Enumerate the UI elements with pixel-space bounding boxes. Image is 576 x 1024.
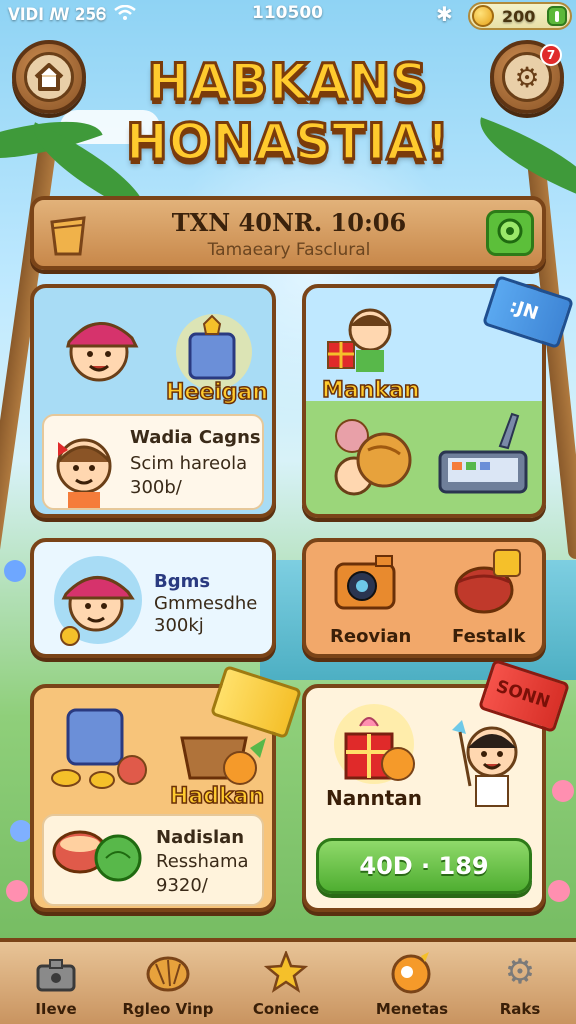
coin-icon [472, 5, 494, 27]
kid-avatar-purple-cap [42, 548, 146, 654]
card-mankan-label: Mankan [321, 377, 420, 404]
event-reward-button[interactable] [486, 210, 534, 256]
bucket-icon [42, 208, 94, 260]
flower [548, 880, 570, 902]
card-hadkan-inner-panel: Nadislan Resshama 9320/ [42, 814, 264, 906]
card-mankan-ribbon-text: :JN [506, 295, 541, 325]
nav-item-home-label: IIeve [35, 1000, 77, 1018]
orange-icon [388, 948, 436, 996]
nav-item-rgleo-vinp-label: Rgleo Vinp [122, 1000, 214, 1018]
gear-icon[interactable]: ✱ [436, 2, 453, 26]
event-subtitle: Tamaeary Fasclural [207, 240, 371, 260]
star-icon [262, 948, 310, 996]
nav-item-coniece-label: Coniece [252, 1000, 320, 1018]
card-bgms-title: Bgms [154, 571, 211, 592]
settings-button[interactable]: ⚙ 7 [490, 40, 564, 114]
basket-icon [452, 548, 524, 622]
crate-icon [50, 700, 160, 794]
coin-amount: 200 [502, 6, 536, 26]
flower [10, 820, 32, 842]
card-heeigan-inner-panel: Wadia Cagns Scim hareola 300b/ [42, 414, 264, 510]
card-bgms-line1: Gmmesdhe [154, 593, 258, 614]
card-nanntan-label: Nanntan [326, 786, 423, 810]
kid-avatar-red-bow [44, 422, 124, 512]
nav-item-rgleo-vinp[interactable]: Rgleo Vinp [112, 948, 224, 1024]
event-timer: TXN 40NR. 10:06 [171, 208, 407, 237]
home-button[interactable] [12, 40, 86, 114]
flower [6, 880, 28, 902]
card-nanntan-ribbon-text: SONN [493, 676, 553, 713]
gem-icon [495, 216, 525, 250]
nav-item-menetas[interactable]: Menetas [356, 948, 468, 1024]
kid-avatar-with-gift [324, 296, 404, 380]
add-coins-button[interactable] [547, 6, 567, 26]
kid-avatar-with-wand [436, 710, 536, 814]
kid-avatar-pink-cap [54, 302, 144, 396]
game-title: HABKANS HONASTIA! [90, 52, 486, 173]
flower [552, 780, 574, 802]
notification-badge: 7 [540, 44, 562, 66]
nav-item-home[interactable]: IIeve [0, 948, 112, 1024]
nav-item-raks-label: Raks [499, 1000, 541, 1018]
status-clock: 110500 [252, 3, 323, 23]
croissant-icon [144, 948, 192, 996]
home-icon [24, 52, 74, 102]
drink-cabbage-icon [50, 822, 142, 896]
wifi-icon [114, 4, 137, 26]
card-festalk-label: Festalk [452, 626, 526, 647]
tablet-icon [434, 408, 534, 502]
card-heeigan[interactable]: Heeigan Wadia Cagns Scim hareola 300b/ [30, 284, 276, 518]
gear-icon: ⚙ [504, 952, 536, 992]
card-heeigan-title: Wadia Cagns [130, 427, 261, 448]
card-heeigan-label: Heeigan [165, 379, 269, 406]
nav-item-coniece[interactable]: Coniece [230, 948, 342, 1024]
pizza-icon [324, 414, 416, 510]
bottom-navigation: IIeve Rgleo Vinp Coniece Menetas ⚙ Raks [0, 938, 576, 1024]
card-hadkan-label: Hadkan [169, 783, 265, 810]
nav-item-menetas-label: Menetas [375, 1000, 449, 1018]
title-line-2: HONASTIA! [124, 112, 451, 173]
card-bgms-line2: 300kj [154, 615, 204, 636]
card-hadkan-line1: Resshama [156, 851, 249, 872]
card-reovian-label: Reovian [330, 626, 412, 647]
flower [4, 560, 26, 582]
card-reovian-festalk[interactable]: Reovian Festalk [302, 538, 546, 658]
card-heeigan-line1: Scim hareola [130, 453, 248, 474]
gift-box-icon [330, 704, 420, 792]
card-hadkan-title: Nadislan [156, 827, 245, 848]
coin-counter[interactable]: 200 [468, 2, 572, 30]
status-bar: VIDI ꟿ 25Ꮾ 110500 ✱ 200 [0, 0, 576, 30]
camera-icon [332, 552, 402, 618]
card-bgms[interactable]: Bgms Gmmesdhe 300kj [30, 538, 276, 658]
event-banner[interactable]: TXN 40NR. 10:06 Tamaeary Fasclural [30, 196, 546, 270]
card-hadkan-line2: 9320/ [156, 875, 208, 896]
card-heeigan-line2: 300b/ [130, 477, 182, 498]
title-line-1: HABKANS [146, 52, 429, 113]
status-left-text: VIDI ꟿ 25Ꮾ [8, 5, 107, 25]
nav-item-raks[interactable]: ⚙ Raks [464, 948, 576, 1024]
home-icon [32, 948, 80, 996]
card-nanntan-action-button[interactable]: 40D · 189 [316, 838, 532, 894]
